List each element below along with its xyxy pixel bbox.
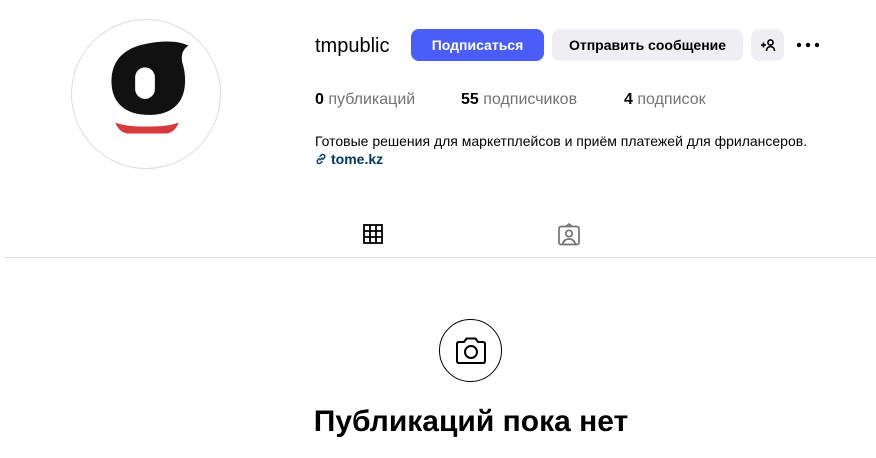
tabs-divider: [4, 257, 876, 258]
brand-logo-icon: [111, 41, 189, 134]
follow-button[interactable]: Подписаться: [411, 29, 544, 61]
tagged-icon: [558, 223, 580, 246]
add-user-icon: [760, 39, 775, 52]
tab-tagged[interactable]: [537, 215, 601, 258]
following-count: 4: [624, 91, 633, 108]
empty-state-title: Публикаций пока нет: [313, 405, 629, 438]
followers-stat[interactable]: 55 подписчиков: [461, 91, 577, 109]
send-message-button[interactable]: Отправить сообщение: [552, 29, 743, 61]
followers-count: 55: [461, 91, 479, 108]
add-user-button[interactable]: [751, 29, 784, 61]
empty-state-icon-circle: [439, 319, 502, 382]
grid-icon: [363, 224, 383, 244]
more-icon: [796, 42, 820, 48]
posts-label: публикаций: [328, 91, 416, 108]
camera-icon: [455, 337, 486, 364]
following-stat[interactable]: 4 подписок: [624, 91, 706, 109]
profile-avatar[interactable]: [71, 19, 221, 169]
posts-stat: 0 публикаций: [315, 91, 415, 109]
profile-link[interactable]: tome.kz: [315, 150, 383, 168]
profile-link-text: tome.kz: [331, 151, 384, 167]
tab-posts[interactable]: [341, 215, 405, 258]
posts-count: 0: [315, 91, 324, 108]
username: tmpublic: [315, 35, 390, 57]
more-options-button[interactable]: [793, 33, 823, 57]
followers-label: подписчиков: [483, 91, 578, 108]
profile-bio: Готовые решения для маркетплейсов и приё…: [315, 133, 808, 149]
link-icon: [316, 153, 326, 165]
following-label: подписок: [637, 91, 706, 108]
